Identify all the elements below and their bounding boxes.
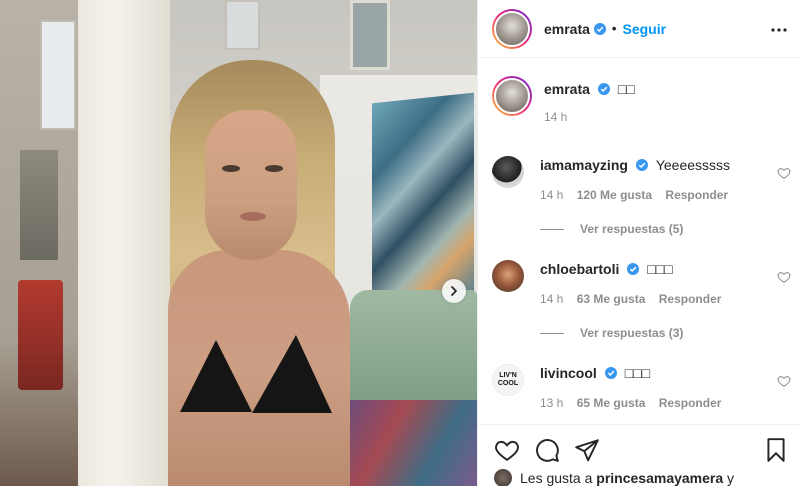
instagram-post-modal: emrata • Seguir emrata □□ 14 h iamamayzi… <box>0 0 800 486</box>
photo-column <box>78 0 170 486</box>
comment-username[interactable]: iamamayzing <box>540 157 628 173</box>
verified-badge-icon <box>597 83 610 95</box>
post-photo[interactable] <box>0 0 477 486</box>
heart-icon[interactable] <box>777 166 791 180</box>
heart-icon[interactable] <box>777 270 791 284</box>
view-replies-button[interactable]: Ver respuestas (5) <box>540 222 683 236</box>
chevron-right-icon <box>451 286 457 296</box>
comment-avatar[interactable]: LIV'N COOL <box>492 364 524 396</box>
separator-dot: • <box>611 21 617 36</box>
author-username[interactable]: emrata <box>544 21 590 37</box>
comment-time[interactable]: 13 h <box>540 396 563 410</box>
comment-likes[interactable]: 65 Me gusta <box>577 396 646 410</box>
likes-prefix: Les gusta a <box>520 470 597 486</box>
post-header: emrata • Seguir <box>478 0 800 58</box>
heart-icon[interactable] <box>777 374 791 388</box>
comment-likes[interactable]: 120 Me gusta <box>577 188 652 202</box>
more-options-button[interactable] <box>767 18 791 42</box>
reply-button[interactable]: Responder <box>665 188 728 202</box>
avatar-logo-text: LIV'N COOL <box>497 372 519 387</box>
follow-button[interactable]: Seguir <box>622 21 666 37</box>
liker-username[interactable]: princesamayamera <box>596 470 723 486</box>
comment-time[interactable]: 14 h <box>540 292 563 306</box>
likes-summary: Les gusta a princesamayamera y <box>494 469 734 486</box>
heart-icon[interactable] <box>494 437 520 463</box>
share-icon[interactable] <box>574 437 600 463</box>
comment-avatar[interactable] <box>492 260 524 292</box>
comment-icon[interactable] <box>534 437 560 463</box>
bookmark-icon[interactable] <box>763 437 789 463</box>
likes-suffix: y <box>723 470 735 486</box>
liker-avatar[interactable] <box>494 469 512 486</box>
comment-item: LIV'N COOL livincool □□□ 13 h 65 Me gust… <box>492 364 792 410</box>
photo-rug <box>330 400 477 486</box>
comment-username[interactable]: livincool <box>540 365 597 381</box>
verified-badge-icon <box>593 22 606 35</box>
post-side-panel: emrata • Seguir emrata □□ 14 h iamamayzi… <box>477 0 800 486</box>
photo-artwork <box>372 92 474 309</box>
verified-badge-icon <box>635 159 648 171</box>
reply-button[interactable]: Responder <box>659 292 722 306</box>
photo-subject <box>168 60 350 486</box>
comment-text: □□□ <box>647 261 673 277</box>
comment-time[interactable]: 14 h <box>540 188 563 202</box>
comment-likes[interactable]: 63 Me gusta <box>577 292 646 306</box>
view-replies-button[interactable]: Ver respuestas (3) <box>540 326 683 340</box>
verified-badge-icon <box>604 367 617 379</box>
comment-username[interactable]: chloebartoli <box>540 261 619 277</box>
caption-text: □□ <box>617 81 635 97</box>
comments-list: emrata □□ 14 h iamamayzing Yeeeesssss 14… <box>478 58 800 424</box>
caption: emrata □□ 14 h <box>492 76 792 124</box>
reply-button[interactable]: Responder <box>659 396 722 410</box>
comment-item: chloebartoli □□□ 14 h 63 Me gusta Respon… <box>492 260 792 306</box>
caption-avatar[interactable] <box>492 76 532 116</box>
author-avatar[interactable] <box>492 8 532 49</box>
caption-time[interactable]: 14 h <box>544 110 567 124</box>
comment-avatar[interactable] <box>492 156 524 188</box>
comment-text: Yeeeesssss <box>655 157 731 173</box>
comment-item: iamamayzing Yeeeesssss 14 h 120 Me gusta… <box>492 156 792 202</box>
caption-username[interactable]: emrata <box>544 81 590 97</box>
next-photo-button[interactable] <box>442 279 466 303</box>
verified-badge-icon <box>627 263 640 275</box>
comment-text: □□□ <box>624 365 651 381</box>
more-options-icon <box>771 28 787 32</box>
